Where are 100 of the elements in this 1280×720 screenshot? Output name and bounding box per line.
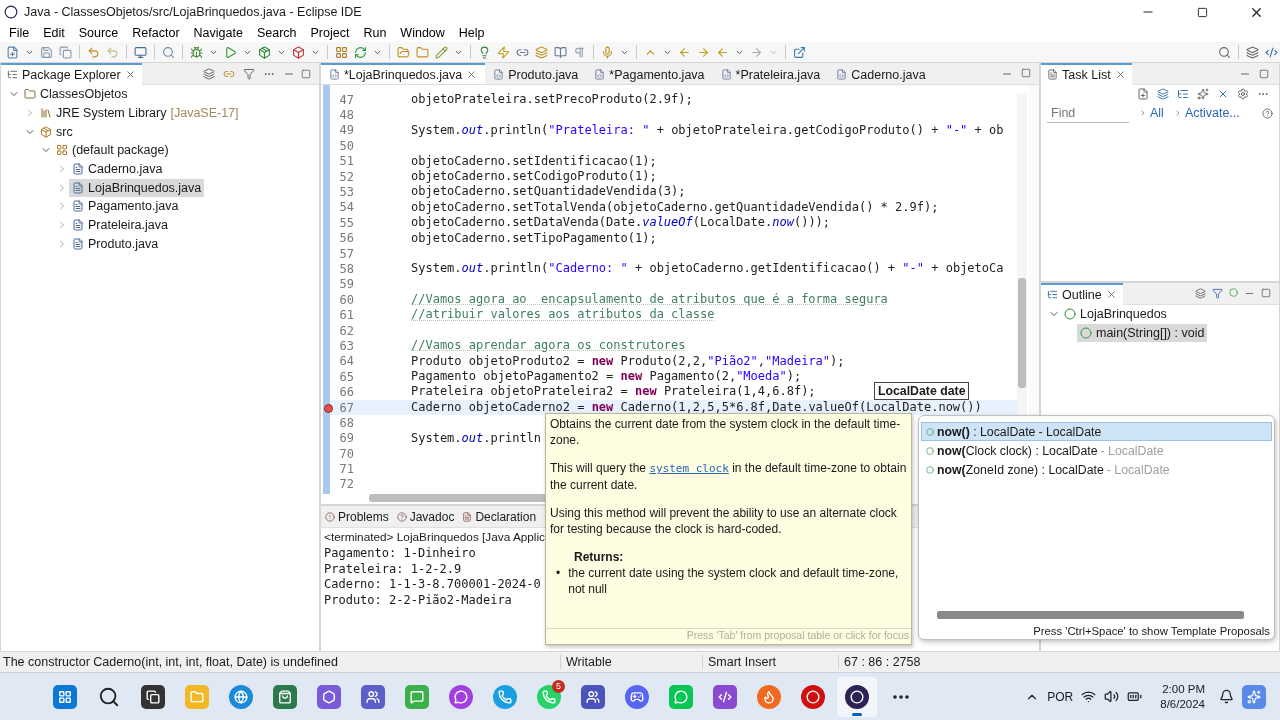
tree-item[interactable]: main(String[]) : void	[1077, 324, 1208, 343]
people-icon	[361, 684, 385, 709]
view-tab[interactable]: Package Explorer	[1, 63, 142, 85]
menu-item[interactable]: Run	[356, 24, 394, 42]
maximize-icon	[1196, 6, 1208, 18]
menu-item[interactable]: Source	[71, 24, 126, 42]
line-number: 50	[339, 138, 354, 153]
proposal-item[interactable]: now() : LocalDate - LocalDate	[921, 422, 1272, 441]
new-task-icon[interactable]	[1137, 88, 1149, 100]
menu-item[interactable]: Help	[451, 24, 492, 42]
view-tab[interactable]: Problems	[321, 506, 393, 528]
copy-button[interactable]	[57, 43, 74, 61]
class-icon	[1064, 308, 1076, 321]
tree-item[interactable]: Produto.java	[69, 234, 162, 253]
grid-icon	[335, 45, 348, 59]
volume-icon[interactable]	[1104, 689, 1120, 704]
view-tab[interactable]: Task List	[1041, 63, 1132, 85]
line-number: 49	[339, 123, 354, 138]
editor-tab[interactable]: *Prateleira.java	[712, 63, 829, 84]
editor-tab[interactable]: Caderno.java	[828, 63, 934, 84]
javadoc-hint: Press 'Tab' from proposal table or click for focus	[546, 628, 911, 644]
assistant-icon[interactable]	[1242, 684, 1266, 709]
code-line: objetoCaderno.setIdentificacao(1);	[411, 153, 657, 169]
tree-item[interactable]: Caderno.java	[69, 160, 166, 179]
code-line: objetoCaderno.setTipoPagamento(1);	[411, 230, 657, 246]
box-button[interactable]	[290, 43, 307, 61]
tree-item[interactable]: LojaBrinquedos.java	[69, 178, 205, 197]
layers-button[interactable]	[533, 43, 550, 61]
close-icon[interactable]	[466, 69, 478, 80]
sort-icon[interactable]	[1212, 288, 1223, 299]
perspective-button[interactable]	[1244, 43, 1261, 61]
forward-icon	[750, 45, 763, 59]
tree-item[interactable]: ClassesObjetos	[21, 85, 131, 104]
filter-icon[interactable]	[243, 67, 255, 80]
remove-icon[interactable]	[1217, 88, 1229, 100]
taskbar-button[interactable]	[837, 676, 877, 717]
java-file-icon	[720, 69, 732, 80]
close-icon[interactable]	[1105, 289, 1117, 300]
tree-item[interactable]: src	[37, 122, 76, 141]
close-icon[interactable]	[124, 69, 136, 80]
view-tab[interactable]: Declaration	[458, 506, 541, 528]
package-button[interactable]	[256, 43, 273, 61]
menu-item[interactable]: Project	[303, 24, 357, 42]
pencil-icon	[435, 45, 448, 59]
tree-item[interactable]: (default package)	[53, 141, 172, 160]
editor-tab[interactable]: *LojaBrinquedos.java	[321, 63, 486, 84]
line-number: 61	[339, 308, 354, 323]
tree-icon[interactable]	[1177, 88, 1189, 100]
editor-tab[interactable]: Produto.java	[485, 63, 587, 84]
line-number: 47	[339, 92, 354, 107]
wifi-icon[interactable]	[1081, 689, 1097, 704]
horizontal-scrollbar[interactable]	[937, 611, 1244, 619]
help-icon[interactable]	[1262, 107, 1273, 119]
maximize-icon[interactable]	[301, 68, 311, 79]
menu-item[interactable]: Window	[393, 24, 452, 42]
editor-tab[interactable]: *Pagamento.java	[586, 63, 713, 84]
close-icon[interactable]	[1114, 69, 1126, 80]
clock[interactable]: 2:00 PM 8/6/2024	[1160, 681, 1205, 712]
save-icon	[40, 45, 53, 59]
status-field: Smart Insert	[702, 655, 838, 669]
filter-link[interactable]: Activate...	[1173, 106, 1240, 120]
proposal-item[interactable]: now(Clock clock) : LocalDate - LocalDate	[921, 441, 1272, 460]
lightning-button[interactable]	[495, 43, 512, 61]
maximize-icon[interactable]	[1259, 68, 1269, 79]
tree-item[interactable]: LojaBrinquedos	[1061, 305, 1170, 324]
menu-item[interactable]: File	[2, 24, 37, 42]
filter-link[interactable]: All	[1139, 106, 1164, 120]
code-line: System.out.println	[411, 430, 542, 446]
menu-item[interactable]: Navigate	[186, 24, 250, 42]
taskbar-button[interactable]: 5	[529, 676, 569, 717]
tree-item[interactable]: Pagamento.java	[69, 197, 182, 216]
menu-item[interactable]: Search	[249, 24, 304, 42]
menu-item[interactable]: Refactor	[125, 24, 187, 42]
view-tab[interactable]: Outline	[1041, 283, 1123, 305]
javadoc-link[interactable]: system clock	[649, 462, 729, 475]
javadoc-paragraph: Using this method will prevent the ability to use an alternate clock for testing because the clock is hard-coded.	[550, 505, 898, 537]
battery-icon[interactable]	[1127, 689, 1143, 704]
pencil-button[interactable]	[433, 43, 450, 61]
tree-item[interactable]: Prateleira.java	[69, 216, 171, 235]
language-indicator[interactable]: POR	[1047, 689, 1074, 704]
redo-icon	[106, 45, 119, 59]
folder-icon	[397, 45, 410, 59]
maximize-icon[interactable]	[1261, 288, 1271, 298]
new-file-icon	[6, 45, 19, 59]
view-tab[interactable]: Javadoc	[392, 506, 459, 528]
line-number: 63	[339, 338, 354, 353]
code-line: objetoPrateleira.setPrecoProduto(2.9f);	[411, 92, 693, 108]
bell-icon[interactable]	[1219, 689, 1234, 704]
copy-icon	[59, 45, 72, 59]
bug-button[interactable]	[188, 43, 205, 61]
status-field: 67 : 86 : 2758	[838, 655, 948, 669]
proposal-item[interactable]: now(ZoneId zone) : LocalDate - LocalDate	[921, 460, 1272, 479]
menu-item[interactable]: Edit	[36, 24, 72, 42]
settings-icon[interactable]	[1237, 88, 1249, 100]
java-file-icon	[493, 69, 505, 80]
dot-icon[interactable]	[1229, 288, 1238, 297]
tree-item[interactable]: JRE System Library [JavaSE-17]	[37, 104, 242, 123]
file-icon	[72, 200, 84, 213]
category-icon[interactable]	[1157, 88, 1169, 100]
maximize-icon[interactable]	[1021, 67, 1031, 78]
